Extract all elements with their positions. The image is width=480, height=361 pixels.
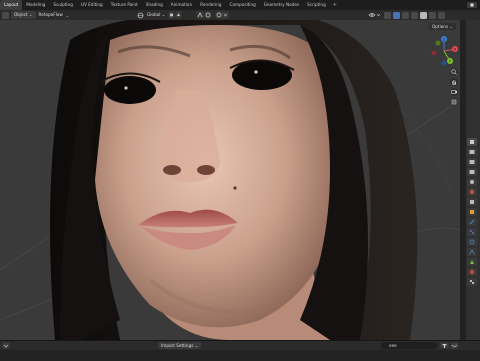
editor-type-icon[interactable] xyxy=(2,342,10,349)
render-properties-tab[interactable] xyxy=(467,148,477,156)
material-shading-icon[interactable] xyxy=(429,11,436,19)
transform-orientation-group: Global ⌄ xyxy=(137,11,182,19)
workspace-tab-compositing[interactable]: Compositing xyxy=(226,0,260,10)
chevron-down-icon: ⌄ xyxy=(194,343,199,348)
viewport-header: Object ⌄ RetopoFlow ⌄ Global ⌄ xyxy=(0,10,480,20)
gizmo-neg-x-handle[interactable] xyxy=(431,50,437,56)
menu-chevron-icon: ⌄ xyxy=(65,12,70,18)
texture-properties-tab[interactable] xyxy=(467,278,477,286)
grid-icon xyxy=(451,99,457,105)
physics-properties-tab[interactable] xyxy=(467,238,477,246)
workspace-tab-shading[interactable]: Shading xyxy=(142,0,167,10)
world-icon xyxy=(469,189,475,195)
triangle-mesh-icon xyxy=(470,260,474,264)
image-stack-icon xyxy=(469,170,475,174)
xray-toggle-icon[interactable] xyxy=(402,11,409,19)
editor-type-icon[interactable] xyxy=(2,11,9,19)
constraints-properties-tab[interactable] xyxy=(467,248,477,256)
workspace-tab-animation[interactable]: Animation xyxy=(167,0,196,10)
navigation-gizmo[interactable]: X Y Z xyxy=(428,35,460,67)
object-icon xyxy=(470,210,474,214)
options-label: Options xyxy=(431,24,449,29)
visibility-icon[interactable] xyxy=(368,11,382,19)
gizmo-neg-y-handle[interactable] xyxy=(435,40,441,46)
orientation-select[interactable]: Global ⌄ xyxy=(144,11,168,19)
camera-back-icon xyxy=(469,150,475,154)
snap-group xyxy=(196,11,229,19)
chevron-down-icon: ⌄ xyxy=(28,12,33,17)
pivot-icon[interactable] xyxy=(168,11,182,19)
wireframe-shading-icon[interactable] xyxy=(411,11,418,19)
retopoflow-menu[interactable]: RetopoFlow xyxy=(36,11,66,19)
mode-select[interactable]: Object ⌄ xyxy=(11,11,36,19)
world-properties-tab[interactable] xyxy=(467,188,477,196)
viewport-shading-group xyxy=(368,11,445,19)
proportional-edit-icon[interactable] xyxy=(215,11,229,19)
zoom-tool-button[interactable] xyxy=(450,68,458,76)
collection-properties-tab[interactable] xyxy=(467,198,477,206)
overlays-toggle-icon[interactable] xyxy=(393,11,400,19)
object-properties-tab[interactable] xyxy=(467,208,477,216)
workspace-tab-texture-paint[interactable]: Texture Paint xyxy=(107,0,142,10)
perspective-toggle-button[interactable] xyxy=(450,98,458,106)
material-properties-tab[interactable] xyxy=(467,268,477,276)
workspace-tab-bar: Layout Modeling Sculpting UV Editing Tex… xyxy=(0,0,480,10)
camera-view-button[interactable] xyxy=(450,88,458,96)
checker-icon xyxy=(470,280,474,284)
gizmo-neg-z-handle[interactable] xyxy=(441,60,447,66)
cone-sphere-icon xyxy=(470,180,474,184)
printer-icon xyxy=(469,160,475,164)
tool-icon xyxy=(470,140,474,144)
modifier-properties-tab[interactable] xyxy=(467,218,477,226)
workspace-tab-uv-editing[interactable]: UV Editing xyxy=(77,0,107,10)
scene-icon[interactable] xyxy=(466,1,478,9)
3d-viewport[interactable]: Options ⌄ X Y Z xyxy=(0,20,460,340)
solid-shading-icon[interactable] xyxy=(420,11,427,19)
timeline-editor: Import Settings ⌄ eee xyxy=(0,340,480,361)
camera-icon xyxy=(451,90,457,94)
particles-icon xyxy=(470,230,474,234)
timeline-header: Import Settings ⌄ eee xyxy=(0,341,480,350)
view-layer-properties-tab[interactable] xyxy=(467,168,477,176)
box-icon xyxy=(470,200,474,204)
rendered-shading-icon[interactable] xyxy=(438,11,445,19)
workspace-tab-geometry-nodes[interactable]: Geometry Nodes xyxy=(260,0,303,10)
constraint-icon xyxy=(469,249,475,255)
filter-icon[interactable] xyxy=(440,342,460,349)
chevron-down-icon: ⌄ xyxy=(161,12,166,17)
import-settings-dropdown[interactable]: Import Settings ⌄ xyxy=(158,342,202,349)
portrait-render xyxy=(0,20,460,340)
scene-properties-tab[interactable] xyxy=(467,178,477,186)
material-sphere-icon xyxy=(469,269,475,275)
orientation-label: Global xyxy=(147,12,161,17)
snap-icon[interactable] xyxy=(196,11,212,19)
tool-properties-tab[interactable] xyxy=(467,138,477,146)
workspace-tab-sculpting[interactable]: Sculpting xyxy=(49,0,77,10)
zoom-icon xyxy=(451,69,457,75)
pan-tool-button[interactable] xyxy=(450,78,458,86)
gizmo-toggle-icon[interactable] xyxy=(384,11,391,19)
orientation-icon xyxy=(137,12,144,18)
properties-editor xyxy=(466,20,480,340)
workspace-tab-rendering[interactable]: Rendering xyxy=(196,0,225,10)
workspace-tab-scripting[interactable]: Scripting xyxy=(303,0,330,10)
hand-icon xyxy=(452,80,456,86)
mode-select-label: Object xyxy=(14,12,28,17)
workspace-tab-layout[interactable]: Layout xyxy=(0,0,23,10)
data-properties-tab[interactable] xyxy=(467,258,477,266)
chevron-down-icon: ⌄ xyxy=(449,24,453,29)
options-dropdown[interactable]: Options ⌄ xyxy=(428,23,456,30)
import-settings-label: Import Settings xyxy=(161,343,194,348)
add-workspace-button[interactable]: + xyxy=(330,2,340,8)
search-input[interactable]: eee xyxy=(381,342,437,349)
output-properties-tab[interactable] xyxy=(467,158,477,166)
particles-properties-tab[interactable] xyxy=(467,228,477,236)
wrench-icon xyxy=(469,219,475,225)
workspace-tab-modeling[interactable]: Modeling xyxy=(22,0,49,10)
physics-icon xyxy=(469,239,475,245)
